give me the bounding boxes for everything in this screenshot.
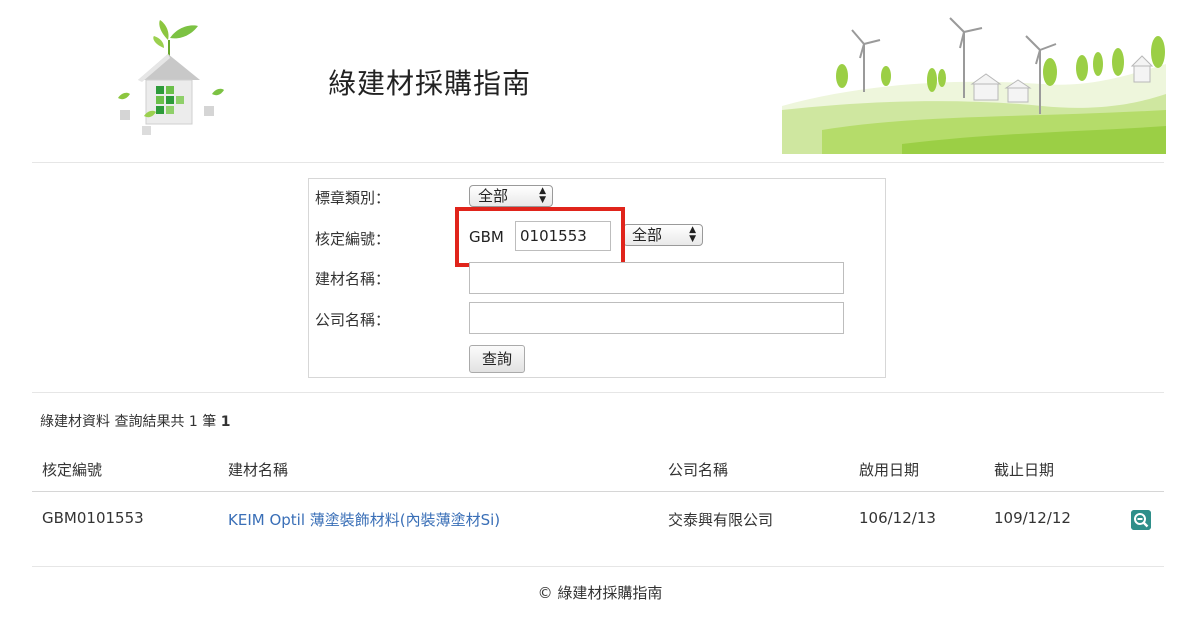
column-header-company: 公司名稱 (668, 461, 729, 479)
category-select-value: 全部 (478, 187, 509, 205)
company-label: 公司名稱： (315, 311, 391, 329)
site-title: 綠建材採購指南 (328, 67, 532, 100)
number-scope-select[interactable]: 全部 ▲ ▼ (623, 224, 703, 246)
result-page-number[interactable]: 1 (221, 414, 231, 430)
result-summary-text: 綠建材資料 查詢結果共 1 筆 (40, 414, 217, 430)
search-button[interactable]: 查詢 (469, 345, 525, 373)
company-name-input[interactable] (469, 302, 844, 334)
category-label: 標章類別： (315, 189, 391, 207)
column-header-end-date: 截止日期 (994, 461, 1055, 479)
row-start-date: 106/12/13 (859, 509, 936, 527)
row-company: 交泰興有限公司 (668, 511, 774, 529)
table-header-divider (32, 491, 1164, 492)
column-header-material: 建材名稱 (228, 461, 289, 479)
footer-divider (32, 566, 1164, 567)
magnifier-detail-icon[interactable] (1131, 510, 1151, 530)
footer-copyright: © 綠建材採購指南 (537, 584, 663, 602)
column-header-number: 核定編號 (42, 461, 103, 479)
highlight-box (455, 207, 625, 267)
number-label: 核定編號： (315, 230, 391, 248)
number-scope-value: 全部 (632, 226, 663, 244)
category-select[interactable]: 全部 ▲ ▼ (469, 185, 553, 207)
form-divider (32, 392, 1164, 393)
select-arrows-icon: ▲ ▼ (689, 225, 696, 244)
wind-turbine-hills-banner (782, 17, 1166, 154)
column-header-start-date: 啟用日期 (859, 461, 920, 479)
site-header: 綠建材採購指南 (0, 0, 1200, 162)
row-end-date: 109/12/12 (994, 509, 1071, 527)
result-summary: 綠建材資料 查詢結果共 1 筆 1 (40, 411, 230, 431)
green-house-logo (118, 20, 224, 135)
material-name-input[interactable] (469, 262, 844, 294)
material-label: 建材名稱： (315, 270, 391, 288)
search-form: 標章類別： 全部 ▲ ▼ 核定編號： GBM 0101553 全部 ▲ ▼ 建材名稱… (308, 178, 886, 378)
select-arrows-icon: ▲ ▼ (539, 186, 546, 205)
header-divider (32, 162, 1164, 163)
row-material-link[interactable]: KEIM Optil 薄塗裝飾材料(內裝薄塗材Si) (228, 509, 500, 530)
row-number: GBM0101553 (42, 509, 144, 527)
